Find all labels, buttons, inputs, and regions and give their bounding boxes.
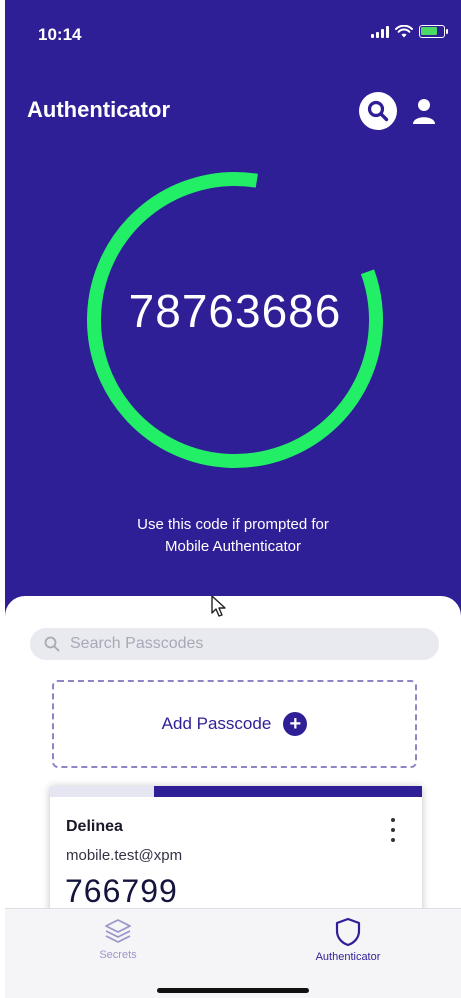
passcode-code: 766799 xyxy=(65,873,178,909)
status-time: 10:14 xyxy=(38,25,82,44)
phone-screen: 10:14 Authenticator 78763686 Use this co… xyxy=(5,0,461,998)
search-input[interactable] xyxy=(70,635,390,653)
otp-code: 78763686 xyxy=(128,285,342,337)
page-title: Authenticator xyxy=(27,97,170,122)
code-hint-text: Use this code if prompted for Mobile Aut… xyxy=(137,516,329,555)
home-indicator xyxy=(157,988,309,993)
code-panel: 10:14 Authenticator 78763686 Use this co… xyxy=(5,0,461,640)
add-passcode-label: Add Passcode xyxy=(161,714,272,733)
search-icon xyxy=(367,100,389,122)
status-icons xyxy=(371,25,448,38)
search-icon xyxy=(44,636,60,652)
countdown-ring: 78763686 xyxy=(79,164,391,476)
shield-icon xyxy=(335,917,361,947)
tab-secrets[interactable]: Secrets xyxy=(58,917,178,961)
profile-icon[interactable] xyxy=(411,96,437,126)
code-hint: Use this code if prompted for Mobile Aut… xyxy=(5,514,461,558)
search-button[interactable] xyxy=(359,92,397,130)
passcode-account: mobile.test@xpm xyxy=(66,847,183,864)
mouse-pointer-icon xyxy=(211,595,226,617)
layers-icon xyxy=(105,919,131,943)
signal-icon xyxy=(371,25,389,38)
passcode-card[interactable]: Delinea mobile.test@xpm 766799 xyxy=(50,786,422,926)
battery-icon xyxy=(419,25,448,38)
more-options-icon[interactable] xyxy=(388,818,398,842)
tab-secrets-label: Secrets xyxy=(99,949,137,961)
passcode-timer-bar xyxy=(50,786,422,797)
wifi-icon xyxy=(395,25,413,38)
tab-authenticator-label: Authenticator xyxy=(315,951,381,963)
tab-bar: Secrets Authenticator xyxy=(5,908,461,998)
plus-icon: + xyxy=(283,712,308,736)
passcode-name: Delinea xyxy=(66,818,123,835)
status-bar: 10:14 xyxy=(5,0,461,60)
search-field[interactable] xyxy=(30,628,439,660)
tab-authenticator[interactable]: Authenticator xyxy=(288,917,408,963)
add-passcode-button[interactable]: Add Passcode + xyxy=(52,680,417,768)
passcode-timer-fill xyxy=(154,786,422,797)
